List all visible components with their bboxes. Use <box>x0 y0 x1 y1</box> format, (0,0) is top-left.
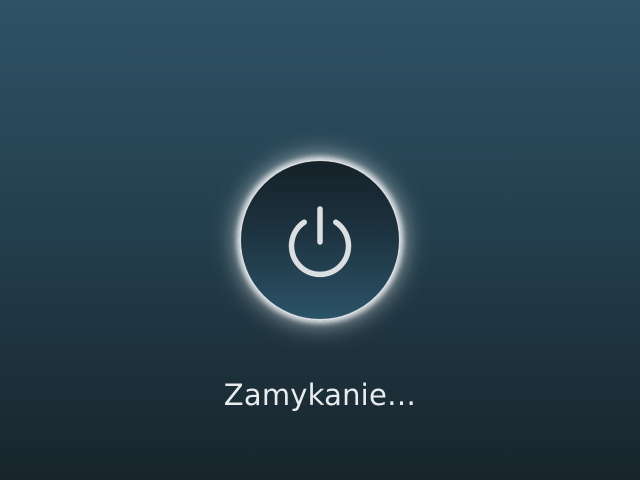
power-circle <box>239 159 401 321</box>
power-icon <box>288 206 352 278</box>
shutdown-screen: { "screen": { "status_text": "Zamykanie…… <box>0 0 640 480</box>
status-text: Zamykanie… <box>223 378 417 412</box>
